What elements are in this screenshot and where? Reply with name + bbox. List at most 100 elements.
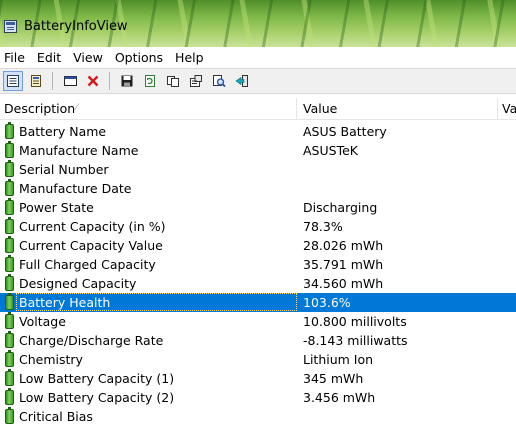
list-item[interactable]: Voltage 10.800 millivolts	[0, 312, 516, 331]
column-header-extra[interactable]: Va	[498, 98, 516, 119]
menu-file[interactable]: File	[0, 47, 32, 68]
exit-icon	[234, 75, 248, 87]
column-header-label: Value	[303, 101, 338, 116]
item-description: Full Charged Capacity	[19, 257, 156, 272]
list-item[interactable]: Serial Number	[0, 160, 516, 179]
menu-options[interactable]: Options	[110, 47, 170, 68]
toolbar-separator	[109, 72, 110, 90]
item-value: 10.800 millivolts	[303, 314, 407, 329]
item-description: Battery Name	[19, 124, 107, 139]
list-header: Description ⁄ Value Va	[0, 98, 516, 120]
list-item[interactable]: Chemistry Lithium Ion	[0, 350, 516, 369]
battery-icon	[5, 141, 14, 158]
delete-button[interactable]	[83, 71, 103, 91]
window-title: BatteryInfoView	[24, 18, 128, 34]
item-description: Chemistry	[19, 352, 83, 367]
item-description: Low Battery Capacity (2)	[19, 390, 175, 405]
battery-icon	[5, 274, 14, 291]
properties-button[interactable]	[186, 71, 206, 91]
item-description: Critical Bias	[19, 409, 93, 424]
list-item[interactable]: Critical Bias	[0, 407, 516, 426]
item-value: -8.143 milliwatts	[303, 333, 408, 348]
item-value: ASUSTeK	[303, 143, 358, 158]
menu-edit[interactable]: Edit	[32, 47, 68, 68]
toolbar-separator	[52, 72, 53, 90]
item-description: Power State	[19, 200, 94, 215]
title-bar[interactable]: BatteryInfoView	[0, 0, 516, 47]
menu-view[interactable]: View	[68, 47, 110, 68]
battery-icon	[5, 160, 14, 177]
column-header-description[interactable]: Description ⁄	[0, 98, 297, 119]
battery-icon	[5, 312, 14, 329]
menu-help[interactable]: Help	[170, 47, 211, 68]
item-value: 103.6%	[303, 295, 351, 310]
sort-indicator-icon: ⁄	[76, 103, 78, 113]
list-item[interactable]: Full Charged Capacity 35.791 mWh	[0, 255, 516, 274]
find-icon	[213, 75, 226, 88]
battery-icon	[5, 236, 14, 253]
window-icon	[63, 76, 77, 86]
item-description: Manufacture Date	[19, 181, 132, 196]
column-header-value[interactable]: Value	[297, 98, 498, 119]
battery-icon	[5, 255, 14, 272]
column-header-label: Description	[4, 101, 76, 116]
battery-icon	[5, 293, 14, 310]
battery-icon	[5, 331, 14, 348]
list-item[interactable]: Manufacture Name ASUSTeK	[0, 141, 516, 160]
list-item[interactable]: Power State Discharging	[0, 198, 516, 217]
list-item[interactable]: Battery Name ASUS Battery	[0, 122, 516, 141]
list-item[interactable]: Low Battery Capacity (2) 3.456 mWh	[0, 388, 516, 407]
battery-icon	[5, 369, 14, 386]
save-icon	[121, 75, 133, 87]
details-view-icon	[7, 75, 19, 87]
item-description: Charge/Discharge Rate	[19, 333, 164, 348]
item-description: Current Capacity Value	[19, 238, 163, 253]
item-description: Voltage	[19, 314, 66, 329]
item-description: Manufacture Name	[19, 143, 139, 158]
refresh-icon	[145, 75, 155, 87]
item-value: ASUS Battery	[303, 124, 387, 139]
list-item[interactable]: Current Capacity Value 28.026 mWh	[0, 236, 516, 255]
battery-icon	[5, 198, 14, 215]
item-value: 35.791 mWh	[303, 257, 384, 272]
save-button[interactable]	[117, 71, 137, 91]
exit-button[interactable]	[232, 71, 252, 91]
battery-info-list: Battery Name ASUS Battery Manufacture Na…	[0, 122, 516, 426]
item-value: 345 mWh	[303, 371, 364, 386]
menu-bar: File Edit View Options Help	[0, 47, 516, 68]
list-item-selected[interactable]: Battery Health 103.6%	[0, 293, 516, 312]
copy-button[interactable]	[163, 71, 183, 91]
list-item[interactable]: Charge/Discharge Rate -8.143 milliwatts	[0, 331, 516, 350]
item-value: Discharging	[303, 200, 378, 215]
battery-icon	[5, 388, 14, 405]
list-item[interactable]: Low Battery Capacity (1) 345 mWh	[0, 369, 516, 388]
list-item[interactable]: Designed Capacity 34.560 mWh	[0, 274, 516, 293]
item-value: 34.560 mWh	[303, 276, 384, 291]
delete-icon	[87, 75, 99, 87]
item-value: 78.3%	[303, 219, 343, 234]
item-description: Battery Health	[19, 295, 111, 310]
column-header-label: Va	[502, 101, 516, 116]
copy-icon	[167, 76, 179, 87]
battery-icon	[5, 407, 14, 424]
item-value: Lithium Ion	[303, 352, 374, 367]
find-button[interactable]	[209, 71, 229, 91]
log-view-button[interactable]	[26, 71, 46, 91]
toolbar	[0, 68, 516, 94]
item-description: Serial Number	[19, 162, 109, 177]
list-item[interactable]: Manufacture Date	[0, 179, 516, 198]
item-description: Low Battery Capacity (1)	[19, 371, 175, 386]
battery-icon	[5, 179, 14, 196]
battery-icon	[5, 217, 14, 234]
details-view-button[interactable]	[3, 71, 23, 91]
list-item[interactable]: Current Capacity (in %) 78.3%	[0, 217, 516, 236]
refresh-button[interactable]	[140, 71, 160, 91]
window-button[interactable]	[60, 71, 80, 91]
item-value: 3.456 mWh	[303, 390, 376, 405]
log-view-icon	[31, 75, 41, 87]
app-icon	[4, 19, 17, 33]
item-description: Current Capacity (in %)	[19, 219, 166, 234]
battery-icon	[5, 122, 14, 139]
battery-icon	[5, 350, 14, 367]
item-value: 28.026 mWh	[303, 238, 384, 253]
